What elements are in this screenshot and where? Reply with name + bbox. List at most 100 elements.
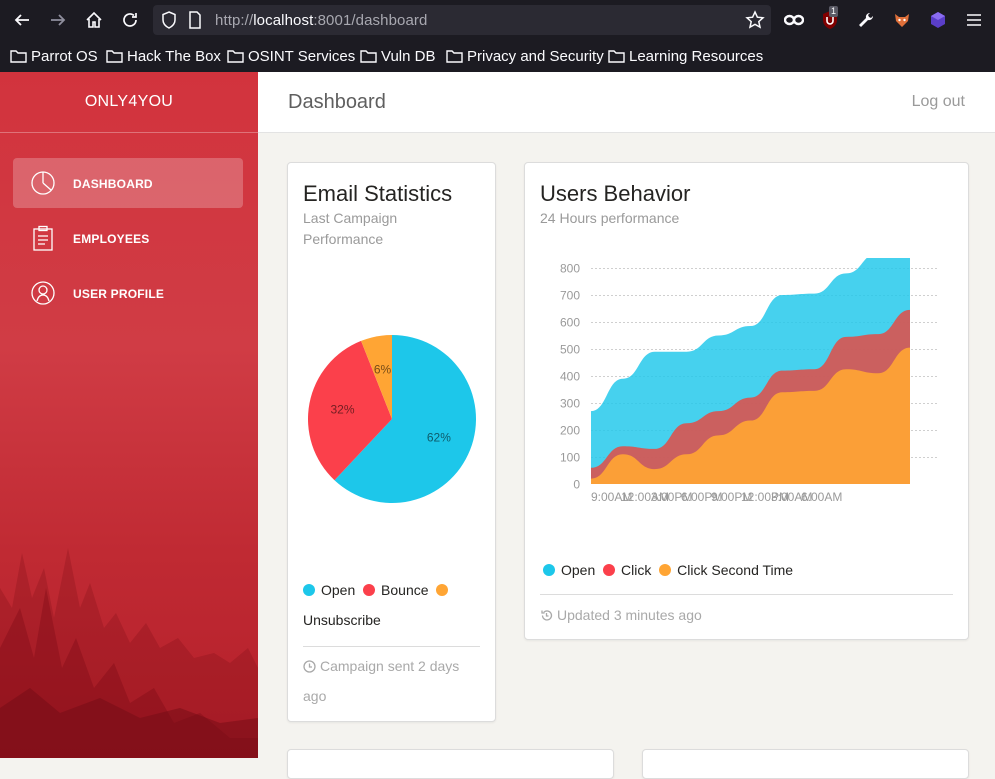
y-tick-label: 100 bbox=[560, 451, 580, 465]
lower-card-right bbox=[642, 749, 969, 779]
card-title: Users Behavior bbox=[540, 181, 691, 206]
footer-text: Updated 3 minutes ago bbox=[557, 607, 702, 623]
bookmark-vuln-db[interactable]: Vuln DB bbox=[360, 46, 435, 66]
sidebar-item-dashboard[interactable]: DASHBOARD bbox=[13, 158, 243, 208]
legend-open: Open bbox=[303, 582, 355, 598]
pie-label: 32% bbox=[330, 403, 354, 417]
sidebar: ONLY4YOU DASHBOARD EMPLOYEES USER PROFIL… bbox=[0, 72, 258, 758]
legend-label: Click Second Time bbox=[677, 562, 794, 578]
clipboard-icon bbox=[33, 225, 53, 251]
folder-icon bbox=[227, 50, 244, 63]
lower-card-left bbox=[287, 749, 614, 779]
browser-toolbar: http://localhost:8001/dashboard 1 Parrot… bbox=[0, 0, 995, 72]
bookmarks-toolbar: Parrot OS Hack The Box OSINT Services Vu… bbox=[0, 40, 995, 72]
shield-icon[interactable] bbox=[161, 11, 177, 29]
address-bar[interactable]: http://localhost:8001/dashboard bbox=[153, 5, 771, 35]
bookmark-learning-resources[interactable]: Learning Resources bbox=[608, 46, 763, 66]
bookmark-label: Privacy and Security bbox=[467, 47, 604, 65]
email-statistics-card: Email Statistics Last Campaign Performan… bbox=[287, 162, 496, 722]
folder-icon bbox=[10, 50, 27, 63]
url-path: :8001/dashboard bbox=[313, 12, 428, 29]
sidebar-item-label: DASHBOARD bbox=[73, 177, 153, 191]
logout-link[interactable]: Log out bbox=[912, 93, 965, 111]
sidebar-item-user-profile[interactable]: USER PROFILE bbox=[13, 268, 243, 318]
card-footer: Campaign sent 2 days ago bbox=[303, 651, 483, 711]
card-subtitle: 24 Hours performance bbox=[540, 210, 680, 226]
page-title: Dashboard bbox=[288, 91, 386, 113]
y-tick-label: 400 bbox=[560, 370, 580, 384]
legend-dot bbox=[543, 564, 555, 576]
user-icon bbox=[31, 281, 55, 305]
brand-logo[interactable]: ONLY4YOU bbox=[0, 72, 258, 133]
users-behavior-card: Users Behavior 24 Hours performance 0 100… bbox=[524, 162, 969, 640]
folder-icon bbox=[360, 50, 377, 63]
bookmark-osint-services[interactable]: OSINT Services bbox=[227, 46, 355, 66]
folder-icon bbox=[106, 50, 123, 63]
cube-extension-icon[interactable] bbox=[926, 8, 950, 32]
menu-icon[interactable] bbox=[962, 8, 986, 32]
url-scheme: http:// bbox=[215, 12, 254, 29]
url-text[interactable]: http://localhost:8001/dashboard bbox=[215, 12, 427, 29]
pie-label: 62% bbox=[427, 431, 451, 445]
card-title: Email Statistics bbox=[303, 181, 453, 206]
fox-extension-icon[interactable] bbox=[890, 8, 914, 32]
users-legend: Open Click Click Second Time bbox=[543, 555, 943, 585]
users-area-chart: 01002003004005006007008009:00AM12:00AM3:… bbox=[560, 258, 937, 504]
legend-label: Open bbox=[321, 582, 356, 598]
card-divider bbox=[540, 594, 953, 595]
bookmark-label: OSINT Services bbox=[248, 47, 356, 65]
legend-open: Open bbox=[543, 562, 595, 578]
pie-label: 6% bbox=[374, 362, 392, 376]
bookmark-hack-the-box[interactable]: Hack The Box bbox=[106, 46, 221, 66]
y-tick-label: 700 bbox=[560, 289, 580, 303]
folder-icon bbox=[608, 50, 625, 63]
legend-dot bbox=[363, 584, 376, 596]
card-footer: Updated 3 minutes ago bbox=[540, 600, 940, 630]
back-icon[interactable] bbox=[10, 8, 34, 32]
email-pie-chart: 62% 32% 6% bbox=[308, 335, 476, 503]
history-icon bbox=[541, 610, 553, 621]
forward-icon[interactable] bbox=[46, 8, 70, 32]
email-legend: Open Bounce Unsubscribe bbox=[303, 575, 483, 635]
sidebar-item-label: USER PROFILE bbox=[73, 287, 165, 301]
legend-dot bbox=[303, 584, 315, 596]
sidebar-item-employees[interactable]: EMPLOYEES bbox=[13, 213, 243, 263]
bookmark-privacy-and-security[interactable]: Privacy and Security bbox=[446, 46, 604, 66]
legend-click-second-time: Click Second Time bbox=[659, 562, 793, 578]
bookmark-label: Parrot OS bbox=[31, 47, 98, 65]
home-icon[interactable] bbox=[82, 8, 106, 32]
legend-dot bbox=[436, 584, 449, 596]
page-icon[interactable] bbox=[187, 11, 203, 29]
bookmark-label: Learning Resources bbox=[629, 47, 764, 65]
sidebar-item-label: EMPLOYEES bbox=[73, 232, 150, 246]
y-tick-label: 500 bbox=[560, 343, 580, 357]
legend-label: Unsubscribe bbox=[303, 612, 381, 628]
clock-icon bbox=[303, 660, 316, 673]
mask-icon[interactable] bbox=[782, 8, 806, 32]
legend-bounce: Bounce bbox=[363, 582, 429, 598]
bookmark-label: Vuln DB bbox=[381, 47, 436, 65]
ublock-badge: 1 bbox=[829, 6, 839, 17]
folder-icon bbox=[446, 50, 463, 63]
card-divider bbox=[303, 646, 480, 647]
pie-chart-icon bbox=[31, 171, 55, 195]
y-tick-label: 300 bbox=[560, 397, 580, 411]
footer-text: Campaign sent 2 days ago bbox=[303, 658, 460, 704]
ublock-icon[interactable]: 1 bbox=[818, 6, 842, 32]
legend-dot bbox=[603, 564, 616, 576]
x-tick-label: 6:00AM bbox=[801, 490, 842, 504]
y-tick-label: 200 bbox=[560, 424, 580, 438]
y-tick-label: 800 bbox=[560, 262, 580, 276]
bookmark-star-icon[interactable] bbox=[745, 10, 765, 30]
url-row: http://localhost:8001/dashboard 1 bbox=[0, 0, 995, 40]
bookmark-label: Hack The Box bbox=[127, 47, 221, 65]
card-subtitle: Last Campaign Performance bbox=[303, 210, 398, 247]
reload-icon[interactable] bbox=[118, 8, 142, 32]
legend-dot bbox=[659, 564, 672, 576]
legend-label: Bounce bbox=[381, 582, 429, 598]
legend-label: Click bbox=[621, 562, 652, 578]
bookmark-parrot-os[interactable]: Parrot OS bbox=[10, 46, 98, 66]
wrench-icon[interactable] bbox=[854, 8, 878, 32]
y-tick-label: 600 bbox=[560, 316, 580, 330]
y-tick-label: 0 bbox=[573, 478, 580, 492]
